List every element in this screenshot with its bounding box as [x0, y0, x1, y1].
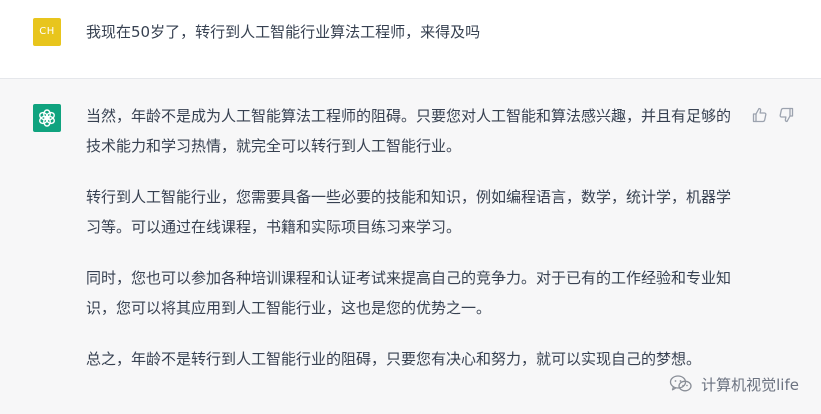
assistant-answer: 当然，年龄不是成为人工智能算法工程师的阻碍。只要您对人工智能和算法感兴趣，并且有… — [86, 101, 736, 395]
answer-paragraph: 同时，您也可以参加各种培训课程和认证考试来提高自己的竞争力。对于已有的工作经验和… — [86, 269, 732, 317]
watermark: 计算机视觉life — [669, 374, 799, 394]
thumbs-up-icon[interactable] — [752, 107, 768, 123]
thumbs-down-icon[interactable] — [778, 107, 794, 123]
answer-paragraph: 总之，年龄不是转行到人工智能行业的阻碍，只要您有决心和努力，就可以实现自己的梦想… — [86, 350, 702, 368]
assistant-avatar — [33, 104, 61, 132]
watermark-text: 计算机视觉life — [701, 375, 799, 394]
openai-logo-icon — [39, 109, 55, 127]
user-avatar: CH — [33, 18, 61, 46]
wechat-icon — [669, 375, 692, 392]
assistant-message-row: 当然，年龄不是成为人工智能算法工程师的阻碍。只要您对人工智能和算法感兴趣，并且有… — [0, 79, 821, 414]
answer-paragraph: 当然，年龄不是成为人工智能算法工程师的阻碍。只要您对人工智能和算法感兴趣，并且有… — [86, 107, 732, 155]
user-message-text: 我现在50岁了，转行到人工智能行业算法工程师，来得及吗 — [86, 23, 481, 41]
user-message-row: CH 我现在50岁了，转行到人工智能行业算法工程师，来得及吗 — [0, 0, 821, 79]
feedback-buttons — [752, 107, 802, 125]
answer-paragraph: 转行到人工智能行业，您需要具备一些必要的技能和知识，例如编程语言，数学，统计学，… — [86, 188, 732, 236]
